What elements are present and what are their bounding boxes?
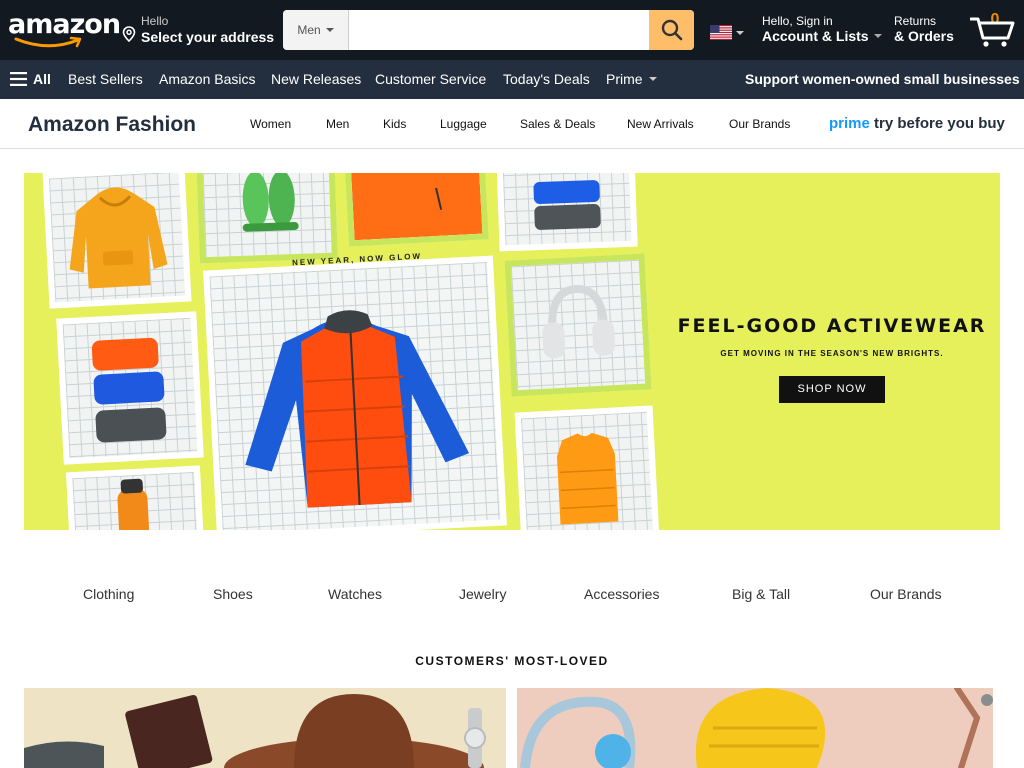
nav-todays-deals[interactable]: Today's Deals	[503, 71, 590, 87]
nav-prime[interactable]: Prime	[606, 71, 657, 87]
chevron-down-icon	[648, 77, 657, 81]
search-input[interactable]	[349, 10, 649, 50]
chevron-down-icon	[873, 34, 882, 38]
folded-jackets-image	[533, 180, 601, 230]
cart-icon	[970, 17, 1015, 47]
hero-tile-hoodie	[42, 173, 192, 309]
hero-banner[interactable]: NEW YEAR, NOW GLOW FEEL-GOOD ACTIVEWEAR …	[24, 173, 1000, 530]
search-button[interactable]	[649, 10, 694, 50]
logo-smile-icon	[14, 36, 82, 48]
fashion-nav-luggage[interactable]: Luggage	[440, 117, 487, 131]
hero-tile-water-bottle	[65, 465, 205, 530]
fashion-nav-women[interactable]: Women	[250, 117, 291, 131]
category-watches[interactable]: Watches	[328, 586, 382, 602]
accessories-image	[24, 694, 486, 768]
returns-orders-link[interactable]: Returns & Orders	[894, 14, 954, 44]
search-bar: Men	[283, 10, 694, 50]
account-lists-menu[interactable]: Hello, Sign in Account & Lists	[762, 14, 882, 44]
hamburger-menu-icon	[10, 72, 27, 86]
winter-accessories-image	[520, 688, 993, 768]
category-jewelry[interactable]: Jewelry	[459, 586, 506, 602]
hero-subtitle: GET MOVING IN THE SEASON'S NEW BRIGHTS.	[720, 349, 944, 358]
category-our-brands[interactable]: Our Brands	[870, 586, 942, 602]
prime-try-before-you-buy-link[interactable]: prime try before you buy	[829, 115, 1005, 132]
cart-button[interactable]: 0	[968, 10, 1018, 50]
language-selector[interactable]	[710, 25, 744, 40]
all-menu-button[interactable]: All	[10, 71, 51, 87]
fashion-nav-kids[interactable]: Kids	[383, 117, 406, 131]
chevron-down-icon	[325, 28, 334, 32]
us-flag-icon	[710, 25, 732, 40]
nav-new-releases[interactable]: New Releases	[271, 71, 361, 87]
section-title-most-loved: CUSTOMERS' MOST-LOVED	[415, 654, 609, 668]
nav-prime-label: Prime	[606, 71, 643, 87]
search-department-label: Men	[297, 23, 321, 37]
fashion-brand-title[interactable]: Amazon Fashion	[28, 113, 196, 137]
most-loved-accessories-tile[interactable]	[24, 688, 506, 768]
hero-title: FEEL-GOOD ACTIVEWEAR	[677, 315, 987, 337]
prime-logo-text: prime	[829, 115, 870, 132]
puffer-jacket-image	[245, 310, 470, 508]
stacked-jackets-image	[91, 337, 167, 443]
try-before-you-buy-label: try before you buy	[874, 115, 1005, 132]
fashion-store-header: Amazon Fashion Women Men Kids Luggage Sa…	[0, 99, 1024, 149]
headphones-image	[542, 285, 616, 359]
secondary-nav-bar: All Best Sellers Amazon Basics New Relea…	[0, 60, 1024, 99]
amazon-logo[interactable]: amazon	[8, 10, 121, 50]
category-shoes[interactable]: Shoes	[213, 586, 253, 602]
sneakers-image	[242, 173, 299, 232]
hero-copy: FEEL-GOOD ACTIVEWEAR GET MOVING IN THE S…	[674, 315, 990, 403]
fashion-nav-men[interactable]: Men	[326, 117, 349, 131]
fashion-nav-new-arrivals[interactable]: New Arrivals	[627, 117, 694, 131]
most-loved-winter-tile[interactable]	[517, 688, 993, 768]
orange-vest-image	[556, 432, 619, 525]
orange-jacket-image	[351, 173, 483, 241]
water-bottle-image	[117, 478, 150, 530]
account-greeting: Hello, Sign in	[762, 14, 833, 28]
hero-tile-stacked-jackets	[56, 311, 204, 465]
search-icon	[661, 19, 682, 41]
hero-tile-sneakers	[196, 173, 338, 264]
hero-tile-orange-vest	[514, 405, 660, 530]
shop-now-button[interactable]: SHOP NOW	[779, 376, 885, 403]
hero-tile-folded-jackets	[496, 173, 638, 252]
fashion-nav-sales-deals[interactable]: Sales & Deals	[520, 117, 595, 131]
nav-promo-link[interactable]: Support women-owned small businesses	[745, 71, 1020, 87]
top-nav-bar: amazon Hello Select your address Men Hel…	[0, 0, 1024, 60]
hero-tile-puffer-vest	[203, 255, 507, 530]
search-department-dropdown[interactable]: Men	[283, 10, 349, 50]
location-pin-icon	[122, 26, 136, 42]
nav-amazon-basics[interactable]: Amazon Basics	[159, 71, 255, 87]
category-clothing[interactable]: Clothing	[83, 586, 134, 602]
deliver-address-label: Select your address	[141, 29, 275, 45]
chevron-down-icon	[736, 30, 744, 35]
category-accessories[interactable]: Accessories	[584, 586, 659, 602]
hero-tile-orange-jacket	[343, 173, 489, 247]
category-big-tall[interactable]: Big & Tall	[732, 586, 790, 602]
fashion-nav-our-brands[interactable]: Our Brands	[729, 117, 790, 131]
returns-label: Returns	[894, 14, 937, 28]
all-menu-label: All	[33, 71, 51, 87]
hero-tile-headphones	[504, 253, 652, 397]
nav-customer-service[interactable]: Customer Service	[375, 71, 486, 87]
orders-label: & Orders	[894, 28, 954, 44]
hoodie-image	[69, 187, 168, 289]
deliver-greeting: Hello	[141, 14, 169, 28]
account-lists-label: Account & Lists	[762, 28, 869, 44]
nav-best-sellers[interactable]: Best Sellers	[68, 71, 143, 87]
